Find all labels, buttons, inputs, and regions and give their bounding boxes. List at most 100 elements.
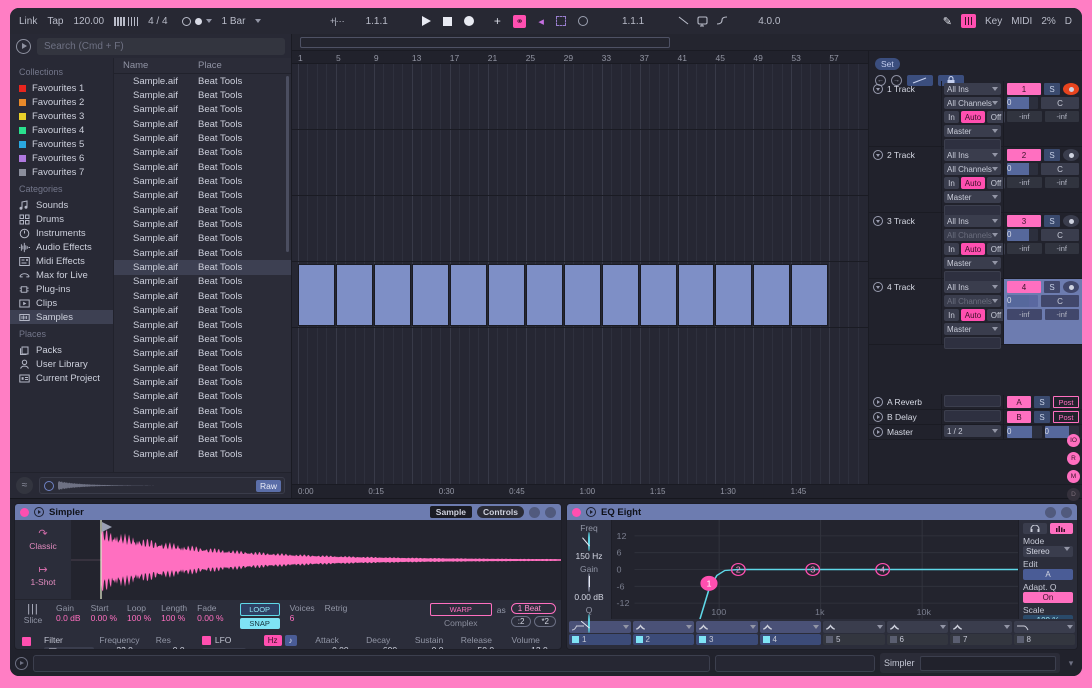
eq-band-shape-select[interactable] bbox=[760, 621, 822, 633]
simpler-param-gain[interactable]: Gain0.0 dB bbox=[56, 603, 81, 623]
arm-record-button[interactable] bbox=[1063, 83, 1079, 95]
list-item[interactable]: Sample.aifBeat Tools bbox=[114, 375, 291, 389]
track-input-select[interactable]: All Ins bbox=[944, 149, 1001, 161]
list-item[interactable]: Sample.aifBeat Tools bbox=[114, 131, 291, 145]
track-header-4[interactable]: 4 TrackAll InsAll ChannelsInAutoOffMaste… bbox=[869, 279, 1082, 345]
preview-raw-badge[interactable]: Raw bbox=[256, 480, 281, 492]
envelope-sustain[interactable]: Sustain0.0 dB bbox=[415, 635, 453, 650]
clip-block[interactable] bbox=[753, 264, 790, 326]
track-lane[interactable] bbox=[292, 196, 868, 262]
rail-button-d[interactable]: D bbox=[1067, 488, 1080, 501]
volume-slider[interactable]: 0 bbox=[1007, 97, 1038, 109]
sidebar-item-midi-effects[interactable]: Midi Effects bbox=[10, 254, 113, 268]
list-item[interactable]: Sample.aifBeat Tools bbox=[114, 418, 291, 432]
filter-enable-toggle[interactable] bbox=[22, 637, 31, 646]
track-lane[interactable] bbox=[292, 64, 868, 130]
envelope-release[interactable]: Release50.0 ms bbox=[461, 635, 504, 650]
eq-power-icon[interactable] bbox=[586, 507, 596, 517]
eq-band-checkbox[interactable] bbox=[572, 636, 579, 643]
sidebar-item-plug-ins[interactable]: Plug-ins bbox=[10, 282, 113, 296]
list-item[interactable]: Sample.aifBeat Tools bbox=[114, 289, 291, 303]
clip-block[interactable] bbox=[526, 264, 563, 326]
arm-record-button[interactable] bbox=[1063, 149, 1079, 161]
sidebar-item-drums[interactable]: Drums bbox=[10, 212, 113, 226]
track-fold-icon[interactable] bbox=[873, 282, 883, 292]
track-output-select[interactable]: Master bbox=[944, 125, 1001, 137]
return-play-icon[interactable] bbox=[873, 397, 883, 407]
volume-slider[interactable]: 0 bbox=[1007, 163, 1038, 175]
list-item[interactable]: Sample.aifBeat Tools bbox=[114, 332, 291, 346]
solo-button[interactable]: S bbox=[1044, 149, 1060, 161]
list-item[interactable]: Sample.aifBeat Tools bbox=[114, 189, 291, 203]
collection-item-7[interactable]: Favourites 7 bbox=[10, 165, 113, 179]
clip-block[interactable] bbox=[374, 264, 411, 326]
lfo-sync-icon[interactable]: ♪ bbox=[285, 635, 297, 646]
monitor-in-button[interactable]: In bbox=[944, 243, 959, 255]
track-channel-select[interactable]: All Channels bbox=[944, 97, 1001, 109]
bar-ruler[interactable]: 159131721252933374145495357 bbox=[292, 51, 868, 64]
collection-item-1[interactable]: Favourites 1 bbox=[10, 81, 113, 95]
eq-band-shape-select[interactable] bbox=[887, 621, 949, 633]
track-channel-select[interactable]: All Channels bbox=[944, 163, 1001, 175]
chevron-down-icon[interactable] bbox=[206, 19, 212, 23]
eq-band-enable-row[interactable]: 4 bbox=[760, 634, 822, 645]
eq-band-8[interactable]: 8 bbox=[1014, 621, 1076, 647]
return-name-cell[interactable]: A Reverb bbox=[869, 397, 941, 407]
list-item[interactable]: Sample.aifBeat Tools bbox=[114, 146, 291, 160]
eq-adaptq-toggle[interactable]: On bbox=[1023, 592, 1073, 603]
monitor-in-button[interactable]: In bbox=[944, 177, 959, 189]
collection-item-5[interactable]: Favourites 5 bbox=[10, 137, 113, 151]
statusbar-expand-icon[interactable] bbox=[15, 657, 28, 670]
midi-map-button[interactable]: MIDI bbox=[1011, 16, 1032, 27]
eq-analyzer-icon[interactable] bbox=[1050, 523, 1074, 534]
arrangement-position[interactable]: 1.1.1 bbox=[366, 16, 388, 27]
track-output-sub-select[interactable] bbox=[944, 337, 1001, 349]
track-input-select[interactable]: All Ins bbox=[944, 83, 1001, 95]
link-button[interactable]: Link bbox=[19, 16, 37, 27]
arrangement-canvas[interactable] bbox=[292, 64, 868, 484]
tab-controls[interactable]: Controls bbox=[477, 506, 524, 518]
collection-item-2[interactable]: Favourites 2 bbox=[10, 95, 113, 109]
clip-block[interactable] bbox=[298, 264, 335, 326]
key-map-button[interactable]: Key bbox=[985, 16, 1002, 27]
pan-control[interactable]: C bbox=[1041, 97, 1079, 109]
arrangement-overview[interactable] bbox=[292, 34, 1082, 51]
simpler-power-icon[interactable] bbox=[34, 507, 44, 517]
eq-band-enable-row[interactable]: 2 bbox=[633, 634, 695, 645]
rail-button-m[interactable]: M bbox=[1067, 470, 1080, 483]
list-item[interactable]: Sample.aifBeat Tools bbox=[114, 232, 291, 246]
track-number-badge[interactable]: 3 bbox=[1007, 215, 1041, 227]
search-input[interactable]: Search (Cmd + F) bbox=[37, 38, 285, 55]
envelope-volume[interactable]: Volume-12.0 dB bbox=[512, 635, 556, 650]
track-name-cell[interactable]: 4 Track bbox=[869, 279, 941, 344]
clip-block[interactable] bbox=[488, 264, 525, 326]
lfo-enable-toggle[interactable] bbox=[202, 636, 211, 645]
list-item[interactable]: Sample.aifBeat Tools bbox=[114, 318, 291, 332]
track-header-2[interactable]: 2 TrackAll InsAll ChannelsInAutoOffMaste… bbox=[869, 147, 1082, 213]
clip-block[interactable] bbox=[602, 264, 639, 326]
list-item[interactable]: Sample.aifBeat Tools bbox=[114, 246, 291, 260]
monitor-in-button[interactable]: In bbox=[944, 309, 959, 321]
mode-classic[interactable]: ↷ Classic bbox=[15, 527, 71, 551]
eq-band-shape-select[interactable] bbox=[823, 621, 885, 633]
set-button[interactable]: Set bbox=[875, 58, 900, 70]
eq-band-shape-select[interactable] bbox=[569, 621, 631, 633]
master-play-icon[interactable] bbox=[873, 427, 883, 437]
eq-band-checkbox[interactable] bbox=[826, 636, 833, 643]
clip-block[interactable] bbox=[715, 264, 752, 326]
track-fold-icon[interactable] bbox=[873, 150, 883, 160]
preview-play-icon[interactable] bbox=[44, 481, 54, 491]
eq-gain-knob[interactable] bbox=[588, 573, 590, 592]
capture-icon[interactable] bbox=[556, 16, 566, 26]
eq-band-enable-row[interactable]: 5 bbox=[823, 634, 885, 645]
eq-band-checkbox[interactable] bbox=[763, 636, 770, 643]
simpler-save-icon[interactable] bbox=[545, 507, 556, 518]
monitor-auto-button[interactable]: Auto bbox=[961, 177, 985, 189]
list-item[interactable]: Sample.aifBeat Tools bbox=[114, 347, 291, 361]
list-item[interactable]: Sample.aifBeat Tools bbox=[114, 361, 291, 375]
master-name-cell[interactable]: Master bbox=[869, 427, 941, 437]
sidebar-item-max-for-live[interactable]: Max for Live bbox=[10, 268, 113, 282]
track-number-badge[interactable]: 1 bbox=[1007, 83, 1041, 95]
return-number-badge[interactable]: B bbox=[1007, 411, 1031, 423]
simpler-param-start[interactable]: Start0.00 % bbox=[91, 603, 117, 623]
